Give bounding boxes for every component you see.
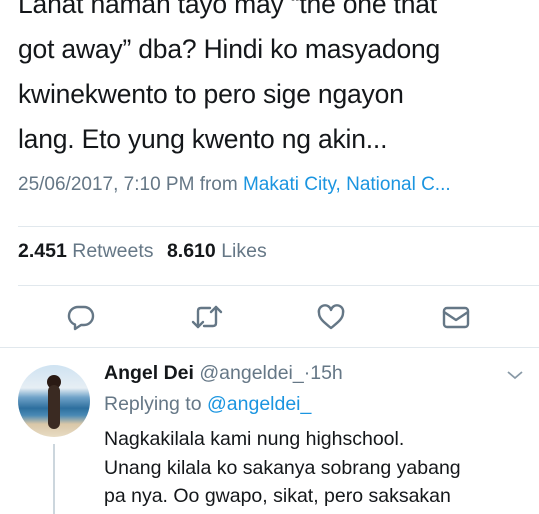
divider: [0, 347, 539, 348]
chevron-down-icon: [507, 371, 523, 380]
from-label: from: [199, 174, 238, 195]
more-options-button[interactable]: [506, 368, 524, 386]
reply-body: Nagkakilala kami nung highschool. Unang …: [104, 425, 534, 511]
reply-button[interactable]: [64, 300, 98, 334]
tweet-line: got away” dba? Hindi ko masyadong: [18, 34, 441, 64]
reply-header: Angel Dei @angeldei_·15h: [104, 362, 343, 385]
reply-line: Unang kilala ko sakanya sobrang yabang: [104, 456, 461, 479]
reply-time[interactable]: 15h: [310, 362, 343, 384]
reply-line: Nagkakilala kami nung highschool.: [104, 428, 405, 450]
tweet-stats: 2.451 Retweets 8.610 Likes: [18, 240, 275, 263]
reply-icon: [67, 305, 95, 331]
tweet-meta: 25/06/2017, 7:10 PM from Makati City, Na…: [18, 174, 451, 196]
reply-line: pa nya. Oo gwapo, sikat, pero saksakan: [104, 485, 451, 507]
direct-message-button[interactable]: [439, 300, 473, 334]
retweets-count[interactable]: 2.451: [18, 240, 67, 262]
tweet-actions: [0, 300, 539, 336]
thread-line: [53, 444, 55, 514]
replying-label: Replying to: [104, 393, 202, 415]
tweet-body: Lahat naman tayo may “the one that got a…: [18, 0, 533, 162]
divider: [18, 285, 539, 286]
like-icon: [317, 304, 345, 330]
replying-to: Replying to @angeldei_: [104, 393, 311, 416]
tweet-line: kwinekwento to pero sige ngayon: [18, 79, 404, 109]
likes-label[interactable]: Likes: [221, 240, 267, 262]
divider: [18, 226, 539, 227]
tweet-timestamp: 25/06/2017, 7:10 PM: [18, 174, 195, 195]
retweet-icon: [191, 305, 223, 329]
likes-count[interactable]: 8.610: [167, 240, 216, 262]
like-button[interactable]: [314, 300, 348, 334]
retweets-label[interactable]: Retweets: [72, 240, 153, 262]
avatar[interactable]: [18, 365, 90, 437]
tweet-line: lang. Eto yung kwento ng akin...: [18, 124, 388, 154]
author-name[interactable]: Angel Dei: [104, 362, 194, 384]
retweet-button[interactable]: [190, 300, 224, 334]
avatar-body: [48, 385, 60, 429]
author-handle[interactable]: @angeldei_: [199, 362, 303, 384]
direct-message-icon: [442, 306, 470, 329]
location-link[interactable]: Makati City, National C...: [243, 174, 451, 195]
tweet-line: Lahat naman tayo may “the one that: [18, 0, 437, 19]
mention-link[interactable]: @angeldei_: [207, 393, 311, 415]
